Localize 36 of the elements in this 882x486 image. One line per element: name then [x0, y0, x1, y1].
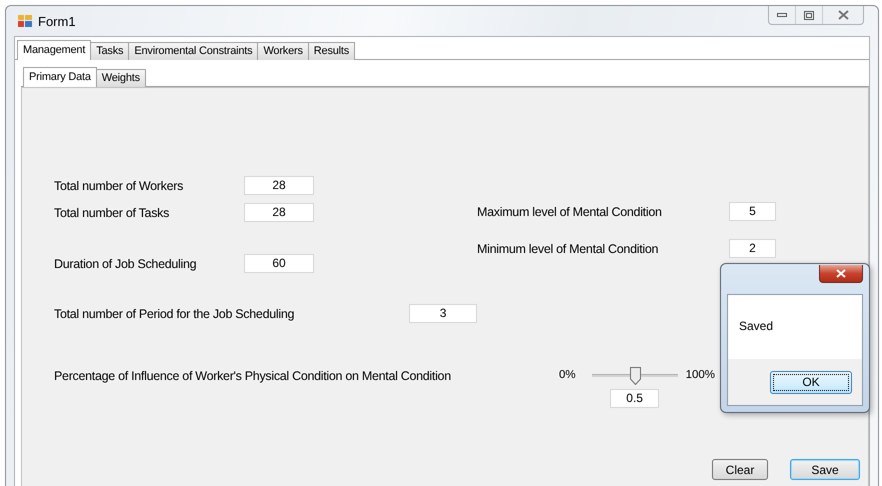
- tab[interactable]: Enviromental Constraints: [128, 42, 258, 60]
- clear-button[interactable]: Clear: [712, 459, 768, 480]
- slider-track[interactable]: [592, 367, 678, 383]
- maximize-icon: [804, 10, 814, 20]
- input-field[interactable]: 28: [244, 203, 314, 222]
- input-field[interactable]: 0.5: [610, 389, 660, 408]
- input-field[interactable]: 60: [244, 254, 314, 273]
- tab[interactable]: Weights: [96, 69, 146, 87]
- slider-thumb[interactable]: [630, 367, 641, 385]
- input-field[interactable]: 2: [729, 239, 776, 258]
- tab[interactable]: Results: [308, 42, 356, 60]
- tab[interactable]: Tasks: [90, 42, 130, 60]
- field-label: Percentage of Influence of Worker's Physical Condition on Mental Condition: [54, 369, 452, 383]
- input-field[interactable]: 3: [409, 304, 477, 323]
- window-title: Form1: [38, 14, 77, 28]
- close-icon: [838, 10, 848, 20]
- field-label: Duration of Job Scheduling: [54, 256, 198, 270]
- dialog-message: Saved: [739, 319, 774, 333]
- slider-max-label: 100%: [686, 369, 716, 381]
- field-label: Maximum level of Mental Condition: [477, 204, 663, 218]
- field-label: Total number of Workers: [54, 178, 184, 192]
- input-field[interactable]: 5: [729, 202, 776, 221]
- slider-min-label: 0%: [559, 369, 576, 381]
- field-label: Minimum level of Mental Condition: [477, 242, 660, 256]
- close-button[interactable]: [819, 265, 863, 283]
- field-label: Total number of Tasks: [54, 206, 170, 220]
- input-field[interactable]: 28: [244, 176, 314, 195]
- save-button[interactable]: Save: [790, 459, 860, 480]
- app-icon: [18, 15, 32, 27]
- tab[interactable]: Primary Data: [23, 67, 97, 87]
- tab[interactable]: Management: [17, 40, 92, 60]
- close-icon: [836, 269, 846, 278]
- tab[interactable]: Workers: [257, 42, 309, 60]
- field-label: Total number of Period for the Job Scheduling: [54, 306, 296, 320]
- minimize-icon: [777, 13, 787, 17]
- ok-button[interactable]: OK: [770, 370, 852, 394]
